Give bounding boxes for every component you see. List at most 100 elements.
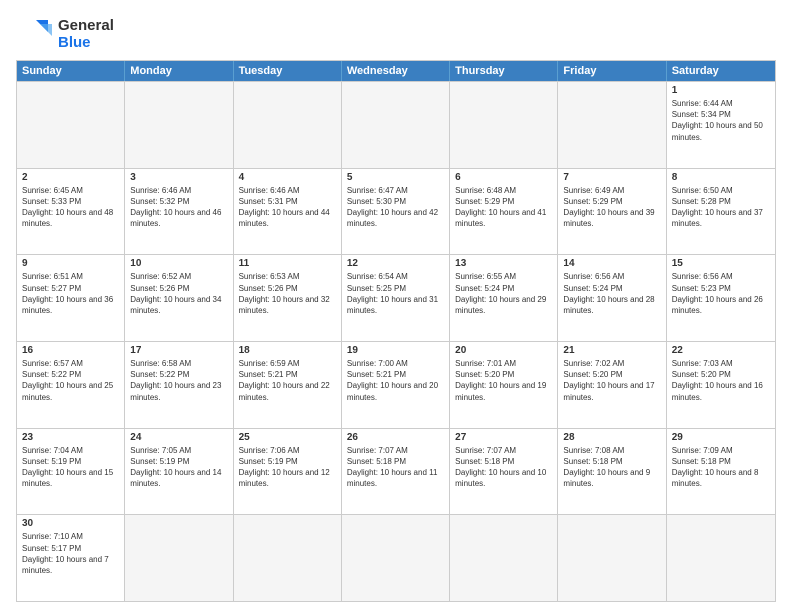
calendar-cell [558,515,666,601]
header: General Blue [16,16,776,52]
calendar-cell [342,82,450,168]
calendar-cell: 26 Sunrise: 7:07 AM Sunset: 5:18 PM Dayli… [342,429,450,515]
calendar-cell: 12 Sunrise: 6:54 AM Sunset: 5:25 PM Dayli… [342,255,450,341]
cell-text: Sunrise: 7:00 AM Sunset: 5:21 PM Dayligh… [347,358,444,403]
day-header-wednesday: Wednesday [342,61,450,81]
day-number: 9 [22,258,119,269]
cell-text: Sunrise: 6:57 AM Sunset: 5:22 PM Dayligh… [22,358,119,403]
calendar-cell: 24Sunrise: 7:05 AM Sunset: 5:19 PM Dayli… [125,429,233,515]
calendar-cell [234,515,342,601]
calendar-cell: 16 Sunrise: 6:57 AM Sunset: 5:22 PM Dayli… [17,342,125,428]
calendar-cell: 3Sunrise: 6:46 AM Sunset: 5:32 PM Daylig… [125,169,233,255]
day-number: 25 [239,432,336,443]
calendar-cell: 1 Sunrise: 6:44 AM Sunset: 5:34 PM Daylig… [667,82,775,168]
calendar-cell: 6 Sunrise: 6:48 AM Sunset: 5:29 PM Daylig… [450,169,558,255]
day-number: 15 [672,258,770,269]
calendar-cell: 19 Sunrise: 7:00 AM Sunset: 5:21 PM Dayli… [342,342,450,428]
day-number: 8 [672,172,770,183]
cell-text: Sunrise: 6:44 AM Sunset: 5:34 PM Dayligh… [672,98,770,143]
calendar-cell: 2 Sunrise: 6:45 AM Sunset: 5:33 PM Daylig… [17,169,125,255]
cell-text: Sunrise: 6:59 AM Sunset: 5:21 PM Dayligh… [239,358,336,403]
day-number: 2 [22,172,119,183]
cell-text: Sunrise: 7:07 AM Sunset: 5:18 PM Dayligh… [455,445,552,490]
calendar-cell: 11Sunrise: 6:53 AM Sunset: 5:26 PM Dayli… [234,255,342,341]
calendar-cell: 10 Sunrise: 6:52 AM Sunset: 5:26 PM Dayli… [125,255,233,341]
day-number: 6 [455,172,552,183]
cell-text: Sunrise: 7:08 AM Sunset: 5:18 PM Dayligh… [563,445,660,490]
calendar-cell: 27 Sunrise: 7:07 AM Sunset: 5:18 PM Dayli… [450,429,558,515]
day-number: 17 [130,345,227,356]
day-number: 28 [563,432,660,443]
calendar-cell [450,82,558,168]
cell-text: Sunrise: 7:01 AM Sunset: 5:20 PM Dayligh… [455,358,552,403]
day-number: 12 [347,258,444,269]
page: General Blue SundayMondayTuesdayWednesda… [0,0,792,612]
calendar-cell: 14 Sunrise: 6:56 AM Sunset: 5:24 PM Dayli… [558,255,666,341]
calendar-cell: 22Sunrise: 7:03 AM Sunset: 5:20 PM Dayli… [667,342,775,428]
day-header-tuesday: Tuesday [234,61,342,81]
cell-text: Sunrise: 6:56 AM Sunset: 5:23 PM Dayligh… [672,271,770,316]
calendar-cell: 5Sunrise: 6:47 AM Sunset: 5:30 PM Daylig… [342,169,450,255]
day-number: 19 [347,345,444,356]
cell-text: Sunrise: 7:04 AM Sunset: 5:19 PM Dayligh… [22,445,119,490]
calendar-body: 1 Sunrise: 6:44 AM Sunset: 5:34 PM Daylig… [17,81,775,601]
calendar-row-0: 1 Sunrise: 6:44 AM Sunset: 5:34 PM Daylig… [17,81,775,168]
day-number: 29 [672,432,770,443]
day-number: 21 [563,345,660,356]
calendar-row-5: 30Sunrise: 7:10 AM Sunset: 5:17 PM Dayli… [17,514,775,601]
calendar-cell: 21Sunrise: 7:02 AM Sunset: 5:20 PM Dayli… [558,342,666,428]
cell-text: Sunrise: 7:07 AM Sunset: 5:18 PM Dayligh… [347,445,444,490]
day-header-friday: Friday [558,61,666,81]
cell-text: Sunrise: 7:09 AM Sunset: 5:18 PM Dayligh… [672,445,770,490]
logo-svg [16,16,52,52]
day-number: 13 [455,258,552,269]
day-header-monday: Monday [125,61,233,81]
calendar-cell: 8 Sunrise: 6:50 AM Sunset: 5:28 PM Daylig… [667,169,775,255]
calendar-cell: 20 Sunrise: 7:01 AM Sunset: 5:20 PM Dayli… [450,342,558,428]
day-number: 27 [455,432,552,443]
calendar-row-4: 23Sunrise: 7:04 AM Sunset: 5:19 PM Dayli… [17,428,775,515]
day-number: 1 [672,85,770,96]
calendar-cell: 29 Sunrise: 7:09 AM Sunset: 5:18 PM Dayli… [667,429,775,515]
day-number: 16 [22,345,119,356]
day-number: 7 [563,172,660,183]
day-header-thursday: Thursday [450,61,558,81]
calendar-cell [125,82,233,168]
calendar-cell: 23Sunrise: 7:04 AM Sunset: 5:19 PM Dayli… [17,429,125,515]
calendar-cell [450,515,558,601]
day-number: 14 [563,258,660,269]
calendar-cell [125,515,233,601]
calendar-row-3: 16 Sunrise: 6:57 AM Sunset: 5:22 PM Dayli… [17,341,775,428]
day-number: 20 [455,345,552,356]
cell-text: Sunrise: 6:54 AM Sunset: 5:25 PM Dayligh… [347,271,444,316]
calendar-cell [667,515,775,601]
cell-text: Sunrise: 6:55 AM Sunset: 5:24 PM Dayligh… [455,271,552,316]
calendar-cell: 30Sunrise: 7:10 AM Sunset: 5:17 PM Dayli… [17,515,125,601]
calendar-cell: 17 Sunrise: 6:58 AM Sunset: 5:22 PM Dayli… [125,342,233,428]
day-number: 10 [130,258,227,269]
calendar-cell: 4Sunrise: 6:46 AM Sunset: 5:31 PM Daylig… [234,169,342,255]
calendar-cell: 15 Sunrise: 6:56 AM Sunset: 5:23 PM Dayli… [667,255,775,341]
day-header-saturday: Saturday [667,61,775,81]
day-number: 4 [239,172,336,183]
cell-text: Sunrise: 6:51 AM Sunset: 5:27 PM Dayligh… [22,271,119,316]
cell-text: Sunrise: 6:56 AM Sunset: 5:24 PM Dayligh… [563,271,660,316]
calendar-cell: 9 Sunrise: 6:51 AM Sunset: 5:27 PM Daylig… [17,255,125,341]
day-number: 18 [239,345,336,356]
logo: General Blue [16,16,114,52]
day-number: 11 [239,258,336,269]
cell-text: Sunrise: 7:03 AM Sunset: 5:20 PM Dayligh… [672,358,770,403]
calendar-cell: 18 Sunrise: 6:59 AM Sunset: 5:21 PM Dayli… [234,342,342,428]
logo-blue: Blue [58,34,114,51]
calendar-cell [342,515,450,601]
calendar-row-2: 9 Sunrise: 6:51 AM Sunset: 5:27 PM Daylig… [17,254,775,341]
cell-text: Sunrise: 6:52 AM Sunset: 5:26 PM Dayligh… [130,271,227,316]
cell-text: Sunrise: 6:58 AM Sunset: 5:22 PM Dayligh… [130,358,227,403]
day-number: 5 [347,172,444,183]
cell-text: Sunrise: 7:05 AM Sunset: 5:19 PM Dayligh… [130,445,227,490]
cell-text: Sunrise: 6:48 AM Sunset: 5:29 PM Dayligh… [455,185,552,230]
cell-text: Sunrise: 6:50 AM Sunset: 5:28 PM Dayligh… [672,185,770,230]
cell-text: Sunrise: 6:46 AM Sunset: 5:32 PM Dayligh… [130,185,227,230]
day-number: 26 [347,432,444,443]
cell-text: Sunrise: 6:45 AM Sunset: 5:33 PM Dayligh… [22,185,119,230]
